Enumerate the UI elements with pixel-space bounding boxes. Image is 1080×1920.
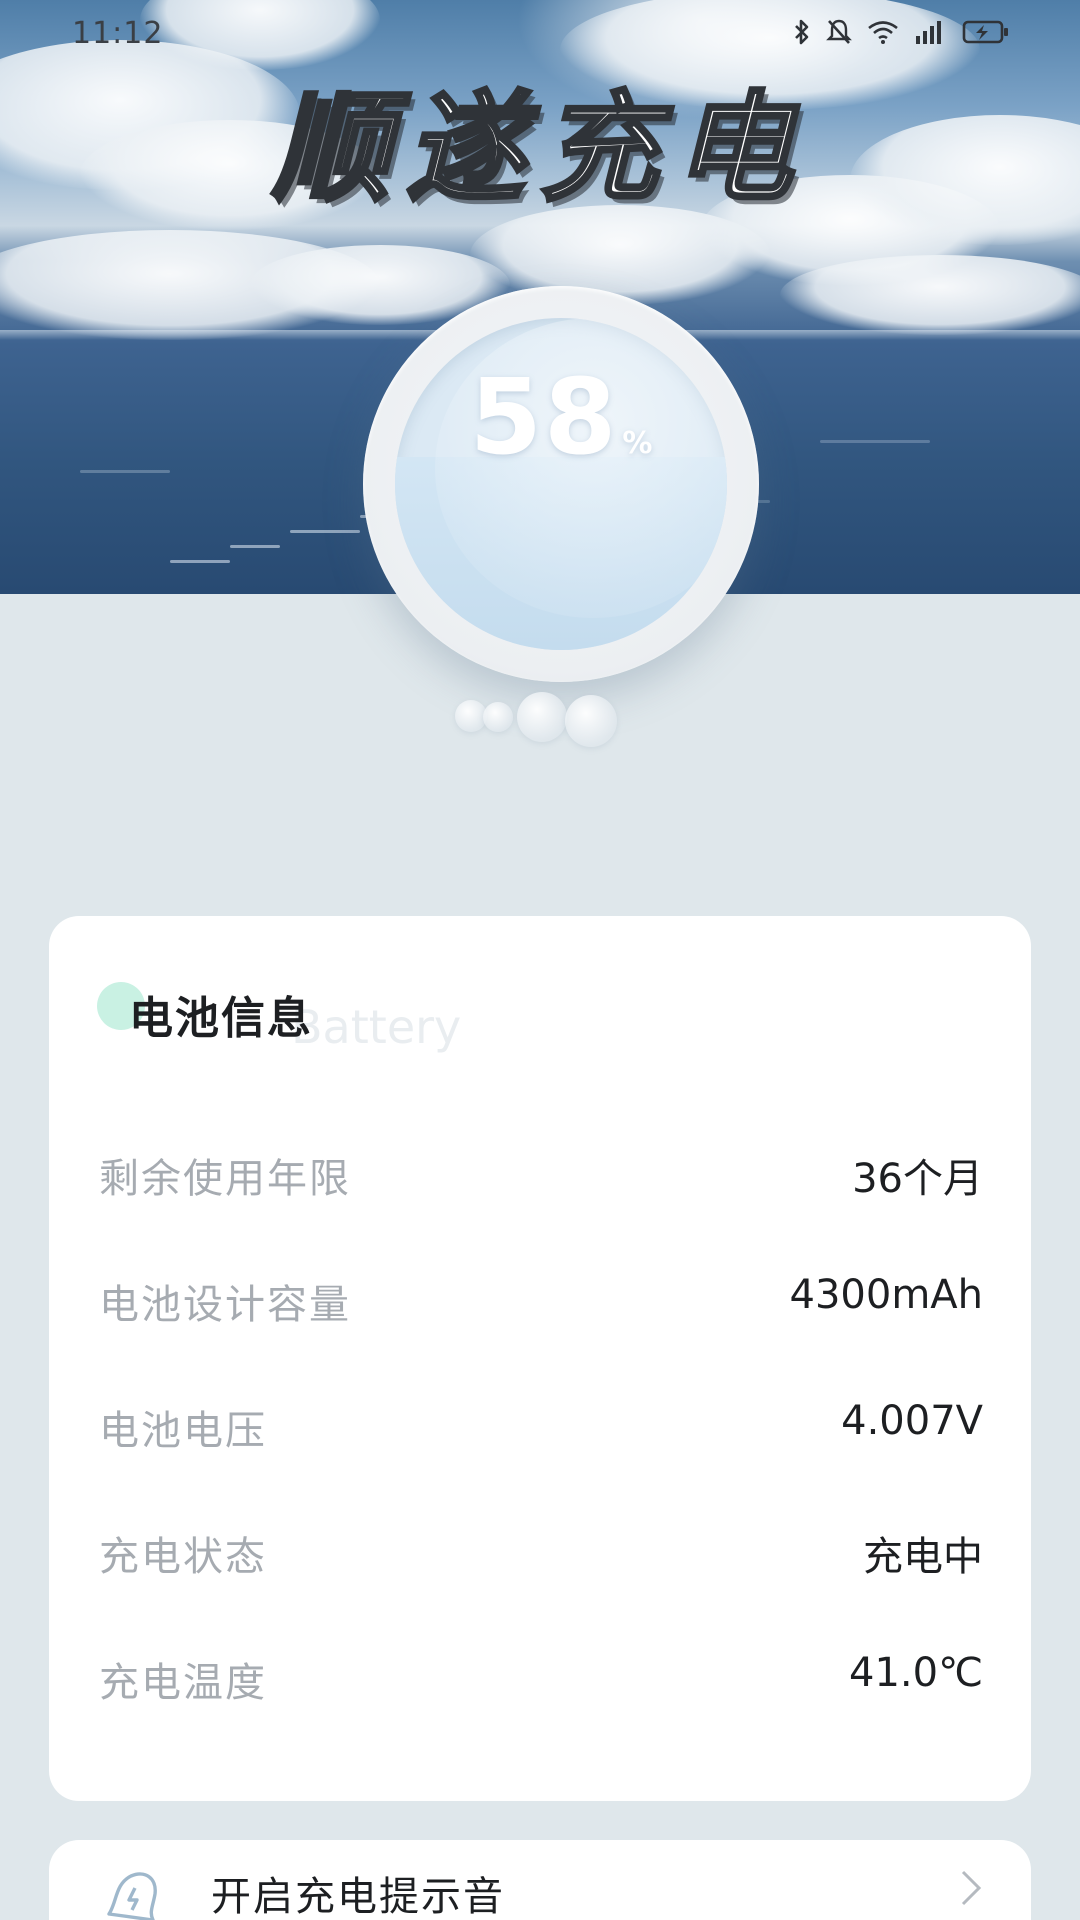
info-row-temperature: 充电温度 41.0℃	[99, 1642, 983, 1706]
info-value: 充电中	[863, 1534, 983, 1580]
option-label: 开启充电提示音	[211, 1874, 505, 1920]
signal-icon	[914, 18, 948, 46]
info-label: 电池设计容量	[99, 1282, 351, 1328]
info-value: 36个月	[852, 1156, 983, 1202]
info-value: 41.0℃	[849, 1650, 983, 1696]
info-value: 4300mAh	[789, 1272, 983, 1318]
card-subtitle-watermark: Battery	[291, 1000, 462, 1054]
bluetooth-icon	[792, 18, 812, 46]
battery-info-card: Battery 电池信息 剩余使用年限 36个月 电池设计容量 4300mAh …	[49, 916, 1031, 1801]
info-label: 充电状态	[99, 1534, 267, 1580]
battery-gauge: 58%	[363, 286, 759, 682]
info-label: 充电温度	[99, 1660, 267, 1706]
info-value: 4.007V	[841, 1398, 983, 1444]
info-row-remaining-life: 剩余使用年限 36个月	[99, 1138, 983, 1202]
charging-sound-option[interactable]: 开启充电提示音	[49, 1840, 1031, 1920]
status-time: 11:12	[72, 16, 164, 51]
info-label: 电池电压	[99, 1408, 267, 1454]
info-row-design-capacity: 电池设计容量 4300mAh	[99, 1264, 983, 1328]
info-row-charging-status: 充电状态 充电中	[99, 1516, 983, 1580]
mute-icon	[826, 18, 852, 46]
battery-percent-unit: %	[622, 426, 653, 461]
battery-charging-icon	[962, 18, 1010, 46]
status-icons	[792, 18, 1010, 46]
card-title: 电池信息	[129, 993, 313, 1044]
info-row-voltage: 电池电压 4.007V	[99, 1390, 983, 1454]
decorative-bubbles	[455, 690, 635, 760]
battery-percent: 58	[469, 356, 619, 478]
wifi-icon	[866, 18, 900, 46]
bell-icon	[95, 1862, 171, 1920]
app-title: 顺遂充电	[270, 77, 808, 219]
gauge-value: 58%	[363, 356, 759, 478]
app-screen: 11:12 顺遂充电 58% Battery 电池信息 剩余使用年限 36个月 …	[0, 0, 1080, 1920]
chevron-right-icon	[959, 1868, 983, 1912]
info-label: 剩余使用年限	[99, 1156, 351, 1202]
